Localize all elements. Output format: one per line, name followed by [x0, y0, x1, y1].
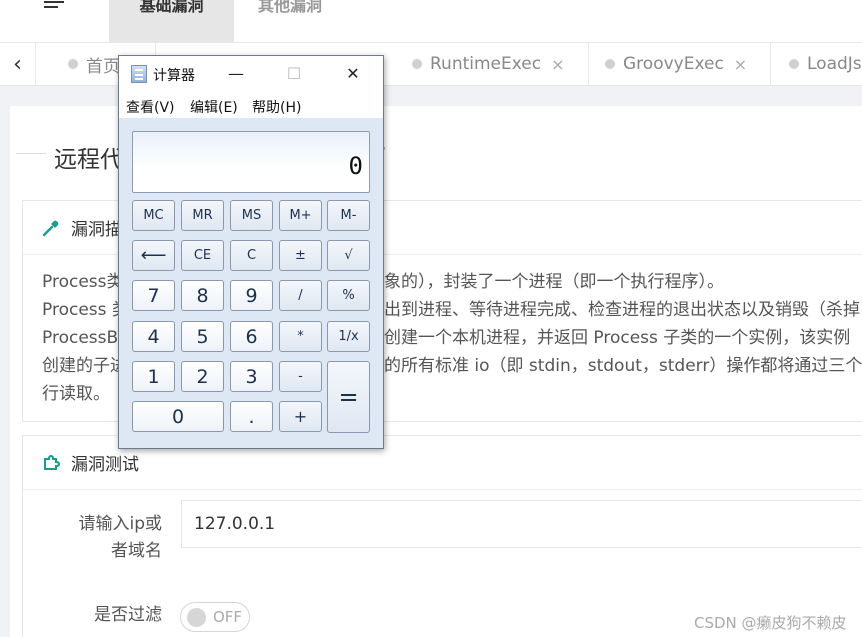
subtract-button[interactable]: -	[279, 361, 322, 392]
backspace-button[interactable]: ⟵	[132, 240, 175, 271]
digit-2-button[interactable]: 2	[181, 361, 224, 392]
clear-button[interactable]: C	[230, 240, 273, 271]
filter-label: 是否过滤	[94, 605, 162, 625]
desc-line-2: Process 类	[42, 300, 129, 320]
digit-7-button[interactable]: 7	[132, 280, 175, 311]
digit-5-button[interactable]: 5	[181, 321, 224, 352]
tab-dot-icon	[605, 59, 615, 69]
tab-label: GroovyExec	[623, 54, 724, 74]
desc-line-5: 行读取。	[42, 384, 110, 404]
plus-minus-button[interactable]: ±	[279, 240, 322, 271]
tab-dot-icon	[68, 59, 78, 69]
digit-4-button[interactable]: 4	[132, 321, 175, 352]
desc-line-1-tail: 象的），封装了一个进程（即一个执行程序）。	[384, 272, 724, 292]
tab-label: 首页	[86, 56, 120, 77]
tab-runtimeexec[interactable]: RuntimeExec ×	[394, 43, 589, 85]
tab-dot-icon	[412, 59, 422, 69]
sqrt-button[interactable]: √	[327, 240, 370, 271]
desc-line-3-tail: 创建一个本机进程，并返回 Process 子类的一个实例，该实例	[384, 328, 851, 348]
mr-button[interactable]: MR	[181, 200, 224, 231]
desc-line-2-tail: 出到进程、等待进程完成、检查进程的退出状态以及销毁（杀掉	[384, 300, 860, 320]
tab-loadjs[interactable]: LoadJs	[771, 43, 862, 85]
digit-6-button[interactable]: 6	[230, 321, 273, 352]
digit-1-button[interactable]: 1	[132, 361, 175, 392]
puzzle-icon	[44, 454, 61, 470]
ip-input[interactable]: 127.0.0.1	[181, 500, 862, 548]
tab-other-vuln[interactable]: 其他漏洞	[258, 0, 358, 42]
maximize-button[interactable]: ☐	[280, 62, 308, 86]
tab-dot-icon	[789, 59, 799, 69]
divide-button[interactable]: /	[279, 280, 322, 311]
close-window-button[interactable]: ✕	[339, 62, 367, 86]
percent-button[interactable]: %	[327, 280, 370, 311]
page-title: 远程代	[54, 147, 123, 173]
calculator-app-icon	[131, 65, 147, 83]
ip-label: 请输入ip或 者域名	[60, 511, 162, 565]
menu-view[interactable]: 查看(V)	[126, 97, 175, 117]
display-value: 0	[348, 152, 363, 180]
test-panel-title: 漏洞测试	[71, 455, 139, 475]
desc-line-3: ProcessBu	[42, 328, 129, 348]
toggle-state: OFF	[213, 608, 243, 626]
description-panel-title: 漏洞描	[71, 220, 122, 240]
chevron-left-icon[interactable]: ‹	[0, 43, 36, 85]
digit-8-button[interactable]: 8	[181, 280, 224, 311]
ip-label-line2: 者域名	[111, 541, 162, 561]
eyedropper-icon	[42, 220, 59, 236]
decimal-button[interactable]: .	[230, 401, 273, 432]
ce-button[interactable]: CE	[181, 240, 224, 271]
title-divider	[16, 153, 46, 154]
calculator-display: 0	[132, 131, 370, 193]
tab-label: LoadJs	[807, 54, 862, 74]
menu-help[interactable]: 帮助(H)	[252, 97, 301, 117]
toggle-knob	[187, 608, 206, 627]
desc-line-4-tail: 的所有标准 io（即 stdin，stdout，stderr）操作都将通过三个流	[384, 356, 862, 376]
menu-edit[interactable]: 编辑(E)	[190, 97, 238, 117]
reciprocal-button[interactable]: 1/x	[327, 321, 370, 352]
digit-3-button[interactable]: 3	[230, 361, 273, 392]
digit-0-button[interactable]: 0	[132, 401, 224, 432]
multiply-button[interactable]: *	[279, 321, 322, 352]
mc-button[interactable]: MC	[132, 200, 175, 231]
minimize-button[interactable]: —	[222, 62, 250, 86]
desc-line-1: Process类	[42, 272, 124, 292]
calculator-titlebar[interactable]: 计算器 — ☐ ✕	[119, 56, 383, 92]
calculator-menubar: 查看(V) 编辑(E) 帮助(H)	[119, 92, 383, 118]
calculator-title: 计算器	[153, 68, 195, 84]
tab-label: RuntimeExec	[430, 54, 542, 74]
digit-9-button[interactable]: 9	[230, 280, 273, 311]
ip-input-value: 127.0.0.1	[194, 514, 276, 534]
filter-toggle[interactable]: OFF	[180, 602, 250, 632]
calculator-window: 计算器 — ☐ ✕ 查看(V) 编辑(E) 帮助(H) 0 MC MR MS M…	[118, 55, 384, 449]
watermark: CSDN @癞皮狗不赖皮	[694, 614, 847, 632]
tab-basic-vuln[interactable]: 基础漏洞	[109, 0, 234, 42]
ms-button[interactable]: MS	[230, 200, 273, 231]
ip-label-line1: 请输入ip或	[78, 514, 162, 534]
close-icon[interactable]: ×	[734, 55, 747, 74]
menu-icon[interactable]	[44, 0, 64, 10]
add-button[interactable]: +	[279, 401, 322, 432]
m-minus-button[interactable]: M-	[327, 200, 370, 231]
equals-button[interactable]: =	[327, 361, 370, 433]
tab-groovyexec[interactable]: GroovyExec ×	[589, 43, 771, 85]
m-plus-button[interactable]: M+	[279, 200, 322, 231]
desc-line-4: 创建的子进	[42, 356, 127, 376]
top-header: 基础漏洞 其他漏洞	[0, 0, 862, 42]
close-icon[interactable]: ×	[551, 55, 564, 74]
